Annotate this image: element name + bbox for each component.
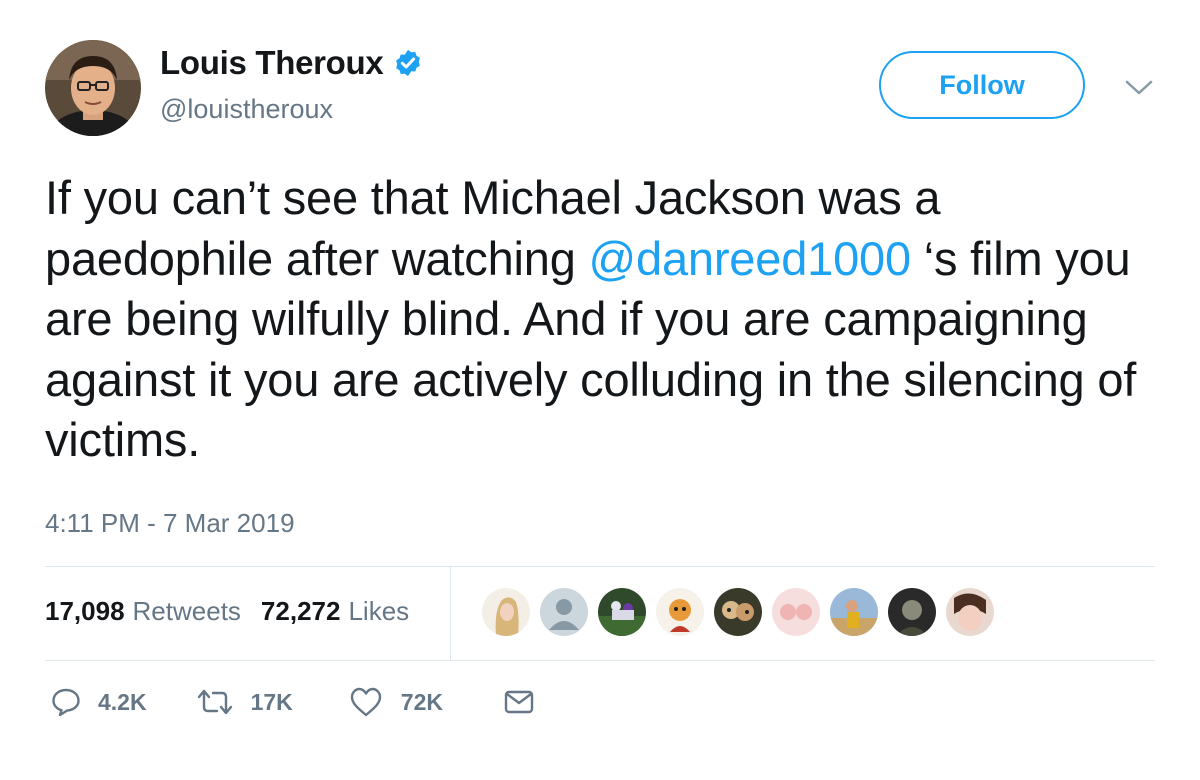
tweet-timestamp[interactable]: 4:11 PM - 7 Mar 2019	[45, 508, 295, 539]
author-avatar[interactable]	[45, 40, 141, 136]
likes-label: Likes	[348, 596, 410, 626]
retweets-label: Retweets	[132, 596, 241, 626]
tweet-stats: 17,098 Retweets 72,272 Likes	[45, 596, 409, 627]
verified-badge-icon	[396, 49, 421, 77]
likes-stat[interactable]: 72,272 Likes	[261, 596, 409, 627]
author-name-row: Louis Theroux	[160, 44, 423, 82]
retweet-button[interactable]: 17K	[195, 687, 293, 717]
stats-vertical-divider	[450, 566, 451, 660]
retweet-count: 17K	[250, 688, 293, 715]
liker-avatar[interactable]	[772, 588, 820, 636]
divider-bottom	[45, 660, 1155, 661]
tweet-text: If you can’t see that Michael Jackson wa…	[45, 168, 1155, 471]
liker-avatar[interactable]	[656, 588, 704, 636]
reply-icon	[52, 688, 80, 717]
liker-avatars	[482, 588, 1004, 636]
liker-avatar[interactable]	[482, 588, 530, 636]
author-name[interactable]: Louis Theroux	[160, 44, 384, 82]
divider-top	[45, 566, 1155, 567]
retweet-icon	[197, 689, 232, 715]
liker-avatar[interactable]	[946, 588, 994, 636]
liker-avatar[interactable]	[830, 588, 878, 636]
likes-count: 72,272	[260, 596, 341, 626]
liker-avatar[interactable]	[714, 588, 762, 636]
like-button[interactable]: 72K	[349, 686, 443, 718]
tweet-actions: 4.2K 17K 72K	[50, 686, 535, 718]
liker-avatar[interactable]	[598, 588, 646, 636]
reply-count: 4.2K	[98, 688, 147, 715]
direct-message-button[interactable]	[503, 688, 535, 716]
liker-avatar[interactable]	[540, 588, 588, 636]
heart-icon	[350, 687, 381, 717]
retweets-count: 17,098	[45, 596, 125, 626]
retweets-stat[interactable]: 17,098 Retweets	[45, 596, 241, 627]
like-count: 72K	[400, 688, 443, 715]
reply-button[interactable]: 4.2K	[50, 686, 147, 718]
mention-link[interactable]: @danreed1000	[589, 232, 912, 285]
author-handle[interactable]: @louistheroux	[160, 94, 333, 125]
follow-button[interactable]: Follow	[879, 51, 1085, 119]
chevron-down-icon[interactable]	[1123, 78, 1155, 98]
liker-avatar[interactable]	[888, 588, 936, 636]
envelope-icon	[504, 690, 534, 714]
